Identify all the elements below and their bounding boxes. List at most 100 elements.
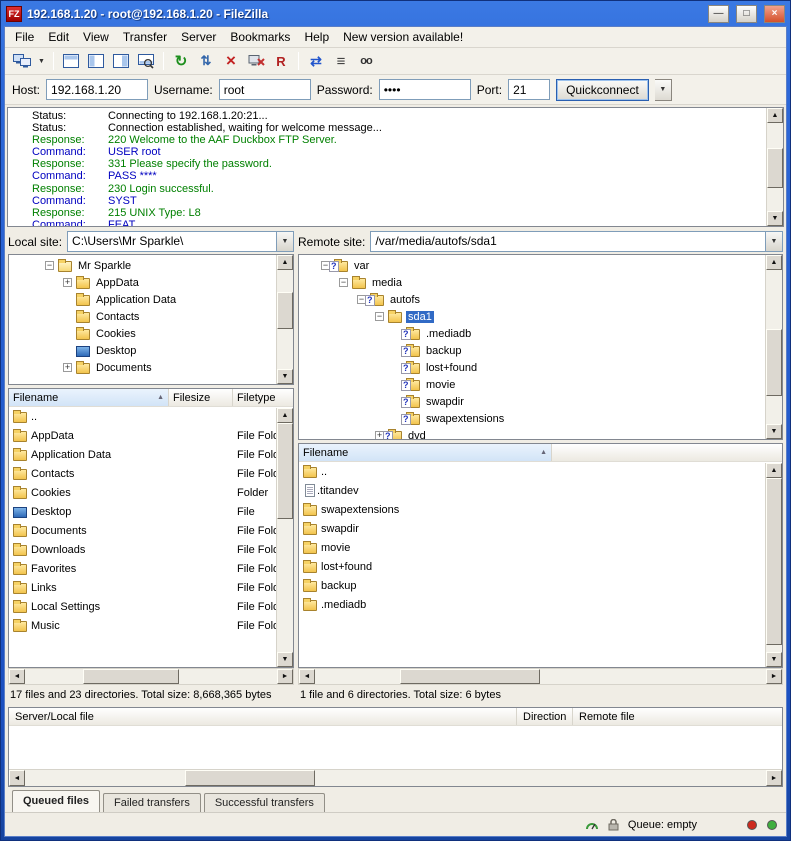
file-row[interactable]: Links File Folder <box>9 578 276 597</box>
vscroll-track[interactable] <box>277 270 293 369</box>
tree-item-mr-sparkle[interactable]: − Mr Sparkle <box>9 257 275 274</box>
tree-item-backup[interactable]: backup <box>299 342 764 359</box>
scroll-down-button[interactable]: ▼ <box>766 424 782 439</box>
local-list-hscrollbar[interactable]: ◄ ► <box>8 668 294 685</box>
username-input[interactable] <box>219 79 311 100</box>
tree-item-swapextensions[interactable]: swapextensions <box>299 410 764 427</box>
menu-file[interactable]: File <box>8 28 41 46</box>
scroll-up-button[interactable]: ▲ <box>277 408 293 423</box>
local-site-path[interactable]: C:\Users\Mr Sparkle\ <box>68 232 276 251</box>
file-row[interactable]: Favorites File Folder <box>9 559 276 578</box>
menu-edit[interactable]: Edit <box>41 28 76 46</box>
local-tree-vscrollbar[interactable]: ▲ ▼ <box>276 255 293 384</box>
scroll-down-button[interactable]: ▼ <box>277 652 293 667</box>
tree-item-sda1[interactable]: − sda1 <box>299 308 764 325</box>
minimize-button[interactable]: — <box>708 5 729 23</box>
host-input[interactable] <box>46 79 148 100</box>
tree-item-dvd[interactable]: + dvd <box>299 427 764 439</box>
scroll-up-button[interactable]: ▲ <box>277 255 293 270</box>
file-row[interactable]: Local Settings File Folder <box>9 597 276 616</box>
file-row[interactable]: Desktop File <box>9 502 276 521</box>
file-row[interactable]: .. <box>299 462 765 481</box>
speed-limit-icon[interactable] <box>585 819 599 831</box>
tree-item-application-data[interactable]: Application Data <box>9 291 275 308</box>
toggle-local-tree-button[interactable] <box>84 50 108 72</box>
hscroll-thumb[interactable] <box>185 770 315 786</box>
menu-transfer[interactable]: Transfer <box>116 28 174 46</box>
tree-item-media[interactable]: − media <box>299 274 764 291</box>
combo-dropdown-button[interactable]: ▼ <box>765 232 782 251</box>
vscroll-thumb[interactable] <box>277 292 293 330</box>
tab-failed-transfers[interactable]: Failed transfers <box>103 793 201 812</box>
vscroll-track[interactable] <box>766 478 782 652</box>
toggle-remote-tree-button[interactable] <box>109 50 133 72</box>
file-row[interactable]: Documents File Folder <box>9 521 276 540</box>
encryption-icon[interactable] <box>608 819 619 831</box>
column-header-server-local-file[interactable]: Server/Local file <box>9 708 517 725</box>
titlebar[interactable]: FZ 192.168.1.20 - root@192.168.1.20 - Fi… <box>4 1 787 26</box>
vscroll-thumb[interactable] <box>766 478 782 645</box>
local-site-combo[interactable]: C:\Users\Mr Sparkle\ ▼ <box>67 231 294 252</box>
port-input[interactable] <box>508 79 550 100</box>
collapse-icon[interactable]: − <box>375 312 384 321</box>
close-button[interactable]: × <box>764 5 785 23</box>
file-row[interactable]: Application Data File Folder <box>9 445 276 464</box>
quickconnect-dropdown-button[interactable]: ▼ <box>655 79 672 101</box>
refresh-button[interactable]: ↻ <box>169 50 193 72</box>
tree-item-movie[interactable]: movie <box>299 376 764 393</box>
toggle-queue-button[interactable] <box>134 50 158 72</box>
hscroll-track[interactable] <box>25 770 766 786</box>
scroll-right-button[interactable]: ► <box>766 770 782 786</box>
scroll-right-button[interactable]: ► <box>766 669 782 684</box>
tree-item-documents[interactable]: + Documents <box>9 359 275 376</box>
site-manager-button[interactable] <box>10 50 34 72</box>
vscroll-track[interactable] <box>767 123 783 211</box>
file-row[interactable]: movie <box>299 538 765 557</box>
column-header-filename[interactable]: Filename ▲ <box>299 444 552 461</box>
tab-queued-files[interactable]: Queued files <box>12 790 100 812</box>
scroll-up-button[interactable]: ▲ <box>766 255 782 270</box>
file-row[interactable]: swapdir <box>299 519 765 538</box>
scroll-down-button[interactable]: ▼ <box>277 369 293 384</box>
column-header-filesize[interactable]: Filesize <box>169 389 233 406</box>
tab-successful-transfers[interactable]: Successful transfers <box>204 793 325 812</box>
file-row[interactable]: Downloads File Folder <box>9 540 276 559</box>
password-input[interactable] <box>379 79 471 100</box>
tree-item-appdata[interactable]: + AppData <box>9 274 275 291</box>
file-row[interactable]: .titandev <box>299 481 765 500</box>
remote-list-vscrollbar[interactable]: ▲ ▼ <box>765 463 782 667</box>
toggle-message-log-button[interactable] <box>59 50 83 72</box>
combo-dropdown-button[interactable]: ▼ <box>276 232 293 251</box>
find-files-button[interactable]: oo <box>354 50 378 72</box>
vscroll-thumb[interactable] <box>766 329 782 397</box>
local-list-vscrollbar[interactable]: ▲ ▼ <box>276 408 293 667</box>
vscroll-thumb[interactable] <box>277 423 293 519</box>
file-row[interactable]: lost+found <box>299 557 765 576</box>
file-row[interactable]: Cookies Folder <box>9 483 276 502</box>
directory-comparison-button[interactable]: ⇄ <box>304 50 328 72</box>
hscroll-thumb[interactable] <box>83 669 179 684</box>
scroll-left-button[interactable]: ◄ <box>299 669 315 684</box>
column-header-remote-file[interactable]: Remote file <box>573 708 782 725</box>
scroll-down-button[interactable]: ▼ <box>766 652 782 667</box>
queue-hscrollbar[interactable]: ◄ ► <box>9 769 782 786</box>
expand-icon[interactable]: + <box>63 278 72 287</box>
file-row[interactable]: Music File Folder <box>9 616 276 635</box>
reconnect-button[interactable]: R <box>269 50 293 72</box>
file-row[interactable]: backup <box>299 576 765 595</box>
vscroll-track[interactable] <box>766 270 782 424</box>
log-vscrollbar[interactable]: ▲ ▼ <box>766 108 783 226</box>
remote-site-combo[interactable]: /var/media/autofs/sda1 ▼ <box>370 231 783 252</box>
column-header-direction[interactable]: Direction <box>517 708 573 725</box>
quickconnect-button[interactable]: Quickconnect <box>556 79 649 101</box>
menu-help[interactable]: Help <box>297 28 336 46</box>
collapse-icon[interactable]: − <box>339 278 348 287</box>
menu-new-version[interactable]: New version available! <box>336 28 470 46</box>
hscroll-thumb[interactable] <box>400 669 540 684</box>
menu-server[interactable]: Server <box>174 28 223 46</box>
vscroll-track[interactable] <box>277 423 293 652</box>
column-header-filename[interactable]: Filename ▲ <box>9 389 169 406</box>
scroll-left-button[interactable]: ◄ <box>9 669 25 684</box>
site-manager-dropdown-button[interactable]: ▼ <box>35 50 48 72</box>
scroll-up-button[interactable]: ▲ <box>767 108 783 123</box>
